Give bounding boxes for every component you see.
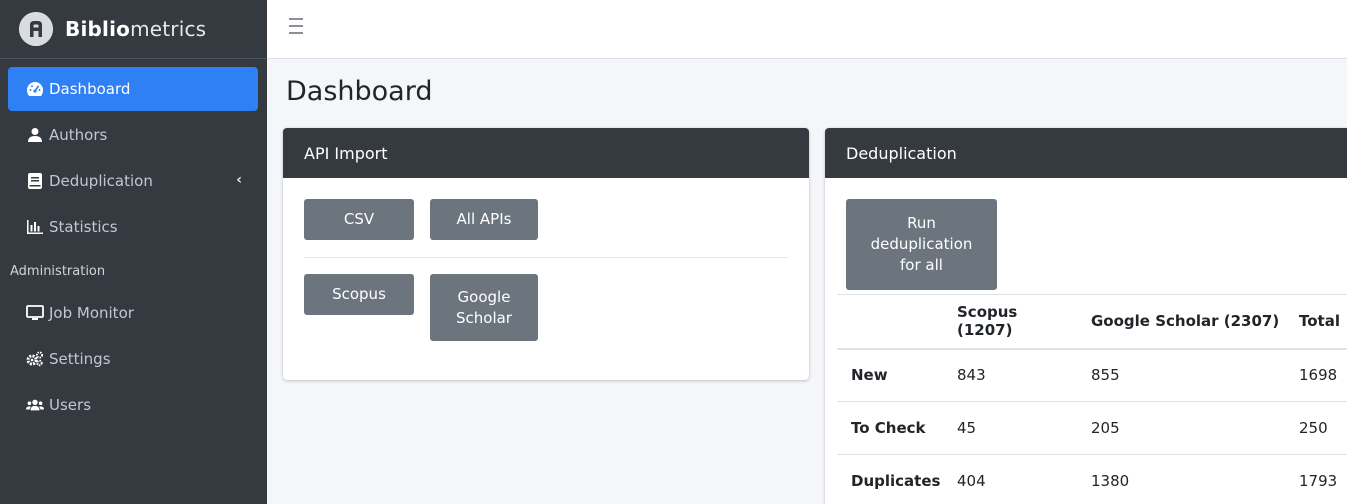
topbar bbox=[267, 0, 1347, 59]
sidebar-item-statistics[interactable]: Statistics bbox=[8, 205, 258, 249]
divider bbox=[304, 257, 788, 258]
sidebar-item-label: Users bbox=[49, 396, 92, 414]
tachometer-icon bbox=[26, 80, 44, 98]
row-label: To Check bbox=[837, 401, 943, 455]
user-icon bbox=[26, 126, 44, 144]
sidebar-item-settings[interactable]: Settings bbox=[8, 337, 258, 381]
brand-logo-icon bbox=[19, 12, 53, 46]
cell-scholar: 1380 bbox=[1077, 454, 1285, 504]
chevron-left-icon[interactable]: ‹ bbox=[236, 172, 242, 188]
sidebar-item-label: Deduplication bbox=[49, 172, 153, 190]
cell-scholar: 205 bbox=[1077, 401, 1285, 455]
sidebar-item-label: Settings bbox=[49, 350, 111, 368]
sidebar: Bibliometrics Dashboard Authors Deduplic… bbox=[0, 0, 267, 504]
sidebar-item-job-monitor[interactable]: Job Monitor bbox=[8, 291, 258, 335]
sidebar-item-authors[interactable]: Authors bbox=[8, 113, 258, 157]
deduplication-table: Scopus (1207) Google Scholar (2307) Tota… bbox=[837, 294, 1347, 504]
row-label: New bbox=[837, 348, 943, 402]
sidebar-item-label: Authors bbox=[49, 126, 108, 144]
api-import-card: API Import CSV All APIs Scopus Google Sc… bbox=[283, 128, 809, 380]
table-row: New 843 855 1698 bbox=[837, 348, 1347, 402]
brand-name: Bibliometrics bbox=[65, 17, 207, 41]
users-icon bbox=[26, 396, 44, 414]
sidebar-item-dashboard[interactable]: Dashboard bbox=[8, 67, 258, 111]
table-header-row: Scopus (1207) Google Scholar (2307) Tota… bbox=[837, 294, 1347, 350]
sidebar-nav: Dashboard Authors Deduplication ‹ Statis… bbox=[0, 59, 267, 427]
table-row: Duplicates 404 1380 1793 bbox=[837, 454, 1347, 504]
deduplication-card-title: Deduplication bbox=[825, 128, 1347, 178]
cell-total: 1698 bbox=[1285, 348, 1347, 402]
desktop-icon bbox=[26, 304, 44, 322]
cell-scopus: 404 bbox=[943, 454, 1077, 504]
book-icon bbox=[26, 172, 44, 190]
google-scholar-button[interactable]: Google Scholar bbox=[430, 274, 538, 341]
sidebar-item-deduplication[interactable]: Deduplication ‹ bbox=[8, 159, 258, 203]
hamburger-menu-icon[interactable] bbox=[289, 18, 307, 38]
cell-scholar: 855 bbox=[1077, 348, 1285, 402]
run-deduplication-button[interactable]: Run deduplication for all bbox=[846, 199, 997, 290]
row-label: Duplicates bbox=[837, 454, 943, 504]
sidebar-item-label: Statistics bbox=[49, 218, 118, 236]
page-title: Dashboard bbox=[286, 76, 433, 107]
cogs-icon bbox=[26, 350, 44, 368]
deduplication-card: Deduplication Run deduplication for all … bbox=[825, 128, 1347, 504]
column-header-google-scholar: Google Scholar (2307) bbox=[1077, 294, 1285, 350]
api-import-card-title: API Import bbox=[283, 128, 809, 178]
column-header bbox=[837, 294, 943, 350]
sidebar-item-label: Dashboard bbox=[49, 80, 131, 98]
sidebar-item-label: Job Monitor bbox=[49, 304, 134, 322]
sidebar-header-administration: Administration bbox=[10, 263, 106, 279]
scopus-button[interactable]: Scopus bbox=[304, 274, 414, 315]
cell-scopus: 843 bbox=[943, 348, 1077, 402]
column-header-scopus: Scopus (1207) bbox=[943, 294, 1077, 350]
cell-total: 1793 bbox=[1285, 454, 1347, 504]
cell-scopus: 45 bbox=[943, 401, 1077, 455]
csv-button[interactable]: CSV bbox=[304, 199, 414, 240]
table-row: To Check 45 205 250 bbox=[837, 401, 1347, 455]
chart-bar-icon bbox=[26, 218, 44, 236]
cell-total: 250 bbox=[1285, 401, 1347, 455]
sidebar-item-users[interactable]: Users bbox=[8, 383, 258, 427]
all-apis-button[interactable]: All APIs bbox=[430, 199, 538, 240]
column-header-total: Total bbox=[1285, 294, 1347, 350]
brand[interactable]: Bibliometrics bbox=[0, 0, 267, 59]
